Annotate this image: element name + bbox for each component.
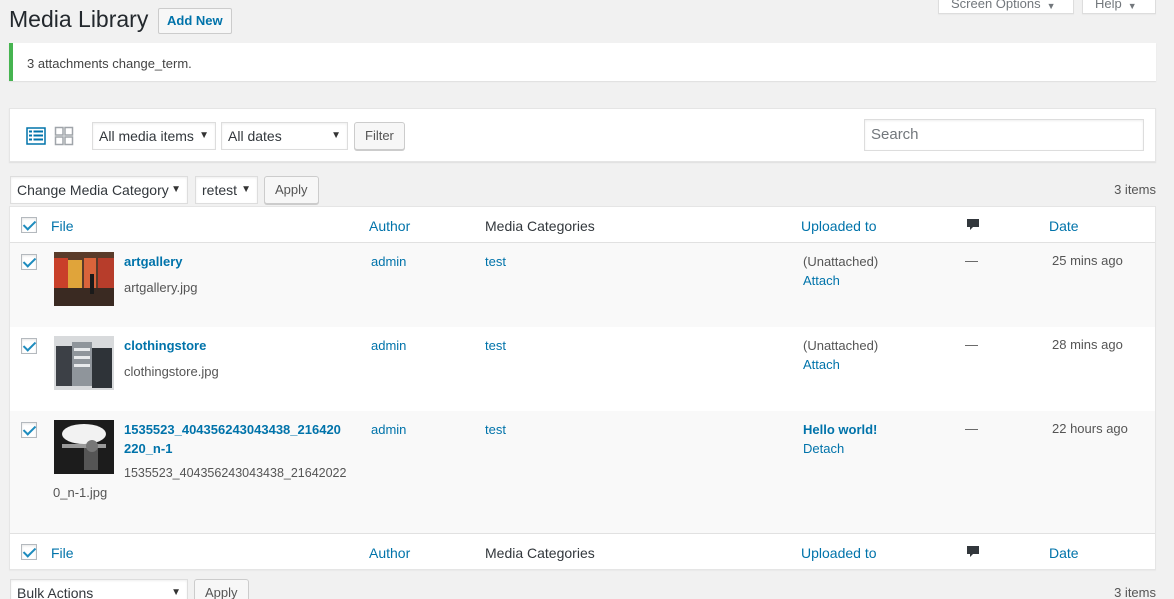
category-link[interactable]: test: [485, 420, 506, 439]
notice-text: 3 attachments change_term.: [27, 56, 192, 71]
date-value: All dates: [228, 128, 282, 144]
column-media-categories: Media Categories: [485, 545, 595, 561]
column-media-categories: Media Categories: [485, 218, 595, 234]
bulk-actions-value: Bulk Actions: [17, 585, 94, 599]
filter-button[interactable]: Filter: [354, 122, 405, 150]
attach-link[interactable]: Attach: [803, 271, 840, 290]
attachment-filename-line2: 0_n-1.jpg: [53, 485, 108, 500]
thumbnail-photo[interactable]: [54, 420, 114, 474]
comment-bubble-icon[interactable]: [966, 545, 980, 559]
attachment-title-line1[interactable]: 1535523_404356243043438_216420: [124, 420, 341, 439]
category-link[interactable]: test: [485, 252, 506, 271]
uploaded-status: (Unattached): [803, 254, 879, 269]
page-title: Media Library: [9, 6, 149, 32]
column-file[interactable]: File: [51, 545, 74, 561]
comment-count: —: [965, 337, 978, 352]
attachment-filename: clothingstore.jpg: [124, 364, 219, 379]
dropdown-arrow-icon: ▼: [331, 130, 341, 141]
attachment-filename: artgallery.jpg: [124, 280, 198, 295]
help-tab[interactable]: Help ▼: [1082, 0, 1156, 14]
term-value: retest: [202, 182, 238, 198]
author-link[interactable]: admin: [371, 420, 406, 439]
apply-button-bottom[interactable]: Apply: [194, 579, 249, 599]
dropdown-arrow-icon: ▼: [171, 587, 181, 598]
success-notice: 3 attachments change_term.: [9, 43, 1156, 81]
comment-count: —: [965, 253, 978, 268]
dropdown-arrow-icon: ▼: [199, 130, 209, 141]
media-type-value: All media items: [99, 128, 194, 144]
screen-options-tab[interactable]: Screen Options ▼: [938, 0, 1074, 14]
author-link[interactable]: admin: [371, 252, 406, 271]
dropdown-arrow-icon: ▼: [241, 184, 251, 195]
change-category-value: Change Media Category: [17, 182, 169, 198]
item-count-top: 3 items: [1114, 182, 1156, 197]
uploaded-to-post-link[interactable]: Hello world!: [803, 420, 877, 439]
attachment-title[interactable]: artgallery: [124, 252, 183, 271]
column-uploaded-to[interactable]: Uploaded to: [801, 218, 877, 234]
column-date[interactable]: Date: [1049, 545, 1079, 561]
add-new-button[interactable]: Add New: [158, 8, 232, 34]
author-link[interactable]: admin: [371, 336, 406, 355]
table-row: 1535523_404356243043438_216420 220_n-1 1…: [10, 411, 1155, 533]
bulk-actions-select[interactable]: Bulk Actions ▼: [10, 579, 188, 599]
dropdown-arrow-icon: ▼: [171, 184, 181, 195]
caret-down-icon: ▼: [1046, 1, 1056, 11]
category-link[interactable]: test: [485, 336, 506, 355]
row-checkbox[interactable]: [21, 338, 37, 354]
media-filter-bar: All media items ▼ All dates ▼ Filter Sea…: [9, 108, 1156, 162]
row-checkbox[interactable]: [21, 422, 37, 438]
column-uploaded-to[interactable]: Uploaded to: [801, 545, 877, 561]
search-input[interactable]: Search: [864, 119, 1144, 151]
date-select[interactable]: All dates ▼: [221, 122, 348, 150]
comment-count: —: [965, 421, 978, 436]
table-header: File Author Media Categories Uploaded to…: [10, 207, 1155, 243]
search-placeholder: Search: [871, 126, 919, 143]
list-view-icon[interactable]: [26, 126, 46, 146]
help-label: Help: [1095, 0, 1122, 11]
item-count-bottom: 3 items: [1114, 585, 1156, 599]
attachment-filename-line1: 1535523_404356243043438_21642022: [124, 466, 347, 480]
attachment-title[interactable]: clothingstore: [124, 336, 206, 355]
upload-date: 22 hours ago: [1052, 421, 1128, 436]
upload-date: 28 mins ago: [1052, 337, 1123, 352]
select-all-checkbox-footer[interactable]: [21, 544, 37, 560]
table-footer: File Author Media Categories Uploaded to…: [10, 533, 1155, 569]
table-row: clothingstore clothingstore.jpg admin te…: [10, 327, 1155, 411]
table-row: artgallery artgallery.jpg admin test (Un…: [10, 243, 1155, 327]
row-checkbox[interactable]: [21, 254, 37, 270]
upload-date: 25 mins ago: [1052, 253, 1123, 268]
grid-view-icon[interactable]: [54, 126, 74, 146]
caret-down-icon: ▼: [1127, 1, 1137, 11]
screen-options-label: Screen Options: [951, 0, 1041, 11]
media-table: File Author Media Categories Uploaded to…: [9, 206, 1156, 570]
change-media-category-select[interactable]: Change Media Category ▼: [10, 176, 188, 204]
apply-button-top[interactable]: Apply: [264, 176, 319, 204]
column-file[interactable]: File: [51, 218, 74, 234]
column-date[interactable]: Date: [1049, 218, 1079, 234]
column-author[interactable]: Author: [369, 545, 410, 561]
attach-link[interactable]: Attach: [803, 355, 840, 374]
thumbnail-artgallery[interactable]: [54, 252, 114, 306]
column-author[interactable]: Author: [369, 218, 410, 234]
term-select[interactable]: retest ▼: [195, 176, 258, 204]
uploaded-status: (Unattached): [803, 338, 879, 353]
comment-bubble-icon[interactable]: [966, 218, 980, 232]
thumbnail-clothingstore[interactable]: [54, 336, 114, 390]
attachment-title-line2[interactable]: 220_n-1: [124, 439, 172, 458]
media-type-select[interactable]: All media items ▼: [92, 122, 216, 150]
select-all-checkbox[interactable]: [21, 217, 37, 233]
detach-link[interactable]: Detach: [803, 439, 844, 458]
